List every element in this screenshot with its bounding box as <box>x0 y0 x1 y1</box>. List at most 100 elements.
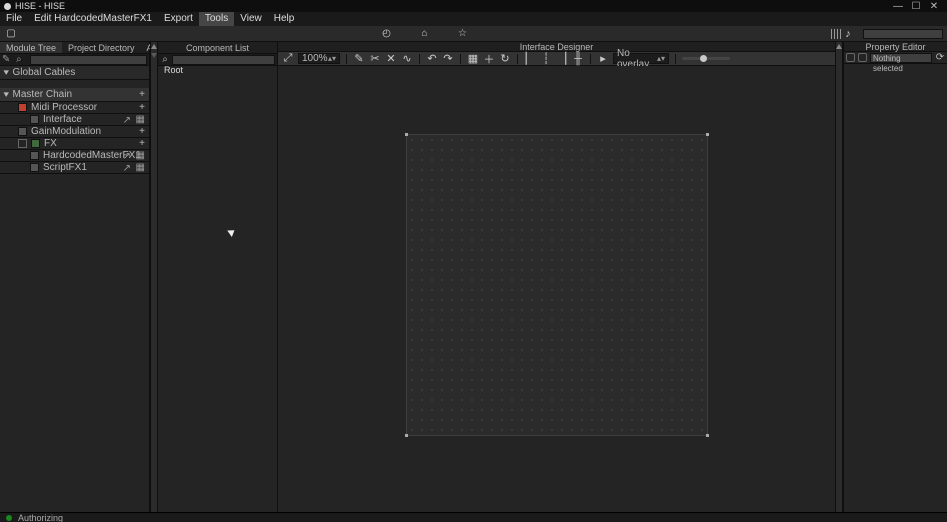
remove-icon[interactable]: ▦ <box>136 162 145 173</box>
cut-icon[interactable]: ✂ <box>369 53 381 65</box>
pencil-icon[interactable]: ✎ <box>2 54 14 65</box>
plus-icon[interactable]: + <box>139 126 145 138</box>
menu-export[interactable]: Export <box>158 12 199 26</box>
minimize-button[interactable]: — <box>889 1 907 12</box>
component-list-panel: Component List ⌕ Root <box>158 42 278 512</box>
master-chain-header[interactable]: ▾ Master Chain + <box>0 88 149 102</box>
global-cables-label: Global Cables <box>13 67 76 78</box>
tree-row-hcmasterfx1[interactable]: HardcodedMasterFX1 ↗ ▦ <box>0 150 149 162</box>
resize-handle-tr[interactable] <box>706 133 709 136</box>
resize-handle-br[interactable] <box>706 434 709 437</box>
property-editor-title: Property Editor <box>844 42 947 52</box>
window-titlebar: HISE - HISE — ☐ ✕ <box>0 0 947 12</box>
overlay-select[interactable]: No overlay ▴▾ <box>613 53 669 64</box>
redo-icon[interactable]: ↷ <box>442 53 454 65</box>
meter-icon[interactable] <box>831 29 841 39</box>
menu-view[interactable]: View <box>234 12 268 26</box>
slider-knob-icon <box>700 55 707 62</box>
distribute-icon[interactable]: ╫ <box>572 53 584 65</box>
expand-icon <box>151 53 157 58</box>
save-preset-icon[interactable] <box>846 53 855 62</box>
remove-icon[interactable]: ▦ <box>136 114 145 125</box>
component-list-title: Component List <box>158 42 277 54</box>
clock-icon[interactable]: ◴ <box>380 27 394 41</box>
reload-icon[interactable]: ↻ <box>499 53 511 65</box>
tab-module-tree[interactable]: Module Tree <box>0 42 62 53</box>
ui-canvas[interactable] <box>406 134 708 436</box>
menu-edit[interactable]: Edit HardcodedMasterFX1 <box>28 12 158 26</box>
window-title: HISE - HISE <box>15 1 65 11</box>
chevron-down-icon: ▾ <box>4 67 9 78</box>
align-center-icon[interactable]: ┆ <box>540 53 552 65</box>
component-search-input[interactable] <box>172 55 275 65</box>
maximize-button[interactable]: ☐ <box>907 1 925 12</box>
tab-project-directory[interactable]: Project Directory <box>62 42 141 53</box>
zoom-value: 100% <box>302 53 328 64</box>
plus-icon[interactable]: + <box>139 102 145 114</box>
fx-checkbox[interactable] <box>18 139 27 148</box>
play-icon[interactable]: ▸ <box>597 53 609 65</box>
zoom-select[interactable]: 100% ▴▾ <box>298 53 340 64</box>
menu-file[interactable]: File <box>0 12 28 26</box>
midi-note-icon[interactable]: ♪ <box>841 27 855 41</box>
menu-tools[interactable]: Tools <box>199 12 234 26</box>
new-project-icon[interactable]: ▢ <box>4 27 18 41</box>
module-color-icon <box>30 163 39 172</box>
interface-designer-title: Interface Designer <box>278 42 835 52</box>
opacity-slider[interactable] <box>682 57 730 60</box>
popout-icon[interactable]: ↗ <box>123 151 131 162</box>
resize-handle-tl[interactable] <box>405 133 408 136</box>
component-root-node[interactable]: Root <box>158 64 277 76</box>
link-icon[interactable]: ∿ <box>401 53 413 65</box>
module-color-icon <box>30 151 39 160</box>
remove-icon[interactable]: ▦ <box>136 150 145 161</box>
top-toolbar: ▢ ◴ ⌂ ☆ ♪ <box>0 26 947 42</box>
undo-icon[interactable]: ↶ <box>426 53 438 65</box>
lock-icon[interactable]: ▦ <box>467 53 479 65</box>
tree-row-gainmodulation[interactable]: GainModulation + <box>0 126 149 138</box>
system-menu-icon[interactable] <box>4 3 11 10</box>
panel-splitter-left[interactable] <box>150 42 158 512</box>
plus-icon[interactable]: + <box>139 138 145 150</box>
add-icon[interactable]: ＋ <box>483 53 495 65</box>
left-panel-toolbar: ✎ ⌕ <box>0 54 149 66</box>
edit-icon[interactable]: ✎ <box>353 53 365 65</box>
status-bar: Authorizing <box>0 512 947 522</box>
tree-row-midi-processor[interactable]: Midi Processor + <box>0 102 149 114</box>
left-panel-tabs: Module Tree Project Directory API <box>0 42 149 54</box>
tree-row-scriptfx1[interactable]: ScriptFX1 ↗ ▦ <box>0 162 149 174</box>
close-button[interactable]: ✕ <box>925 1 943 12</box>
refresh-icon[interactable]: ⟳ <box>935 52 945 63</box>
designer-canvas-area[interactable] <box>278 66 835 512</box>
module-color-icon <box>18 127 27 136</box>
tree-row-fx[interactable]: FX + <box>0 138 149 150</box>
move-tool-icon[interactable]: ⤢ <box>282 53 294 65</box>
home-icon[interactable]: ⌂ <box>418 27 432 41</box>
center-panel: Component List ⌕ Root Interface Designer… <box>158 42 835 512</box>
tree-label: Midi Processor <box>31 102 97 113</box>
menu-bar: File Edit HardcodedMasterFX1 Export Tool… <box>0 12 947 26</box>
chevron-down-icon: ▾ <box>4 89 9 100</box>
panel-splitter-right[interactable] <box>835 42 843 512</box>
search-icon[interactable]: ⌕ <box>16 54 28 65</box>
align-right-icon[interactable]: ▕ <box>556 53 568 65</box>
collapse-icon <box>836 44 842 49</box>
tree-row-interface[interactable]: Interface ↗ ▦ <box>0 114 149 126</box>
star-icon[interactable]: ☆ <box>456 27 470 41</box>
global-cables-header[interactable]: ▾ Global Cables <box>0 66 149 80</box>
menu-help[interactable]: Help <box>268 12 301 26</box>
copy-icon[interactable] <box>858 53 867 62</box>
align-left-icon[interactable]: ▏ <box>524 53 536 65</box>
tree-label: GainModulation <box>31 126 101 137</box>
selection-dropdown[interactable]: Nothing selected <box>870 53 932 63</box>
module-search-input[interactable] <box>30 55 147 65</box>
plus-icon[interactable]: + <box>139 89 145 100</box>
delete-icon[interactable]: ✕ <box>385 53 397 65</box>
popout-icon[interactable]: ↗ <box>123 163 131 174</box>
stepper-icon: ▴▾ <box>657 56 665 62</box>
resize-handle-bl[interactable] <box>405 434 408 437</box>
collapse-icon <box>151 44 157 49</box>
property-editor-panel: Property Editor Nothing selected ⟳ <box>843 42 947 512</box>
interface-designer-panel: Interface Designer ⤢ 100% ▴▾ ✎ ✂ ✕ ∿ <box>278 42 835 512</box>
popout-icon[interactable]: ↗ <box>123 115 131 126</box>
